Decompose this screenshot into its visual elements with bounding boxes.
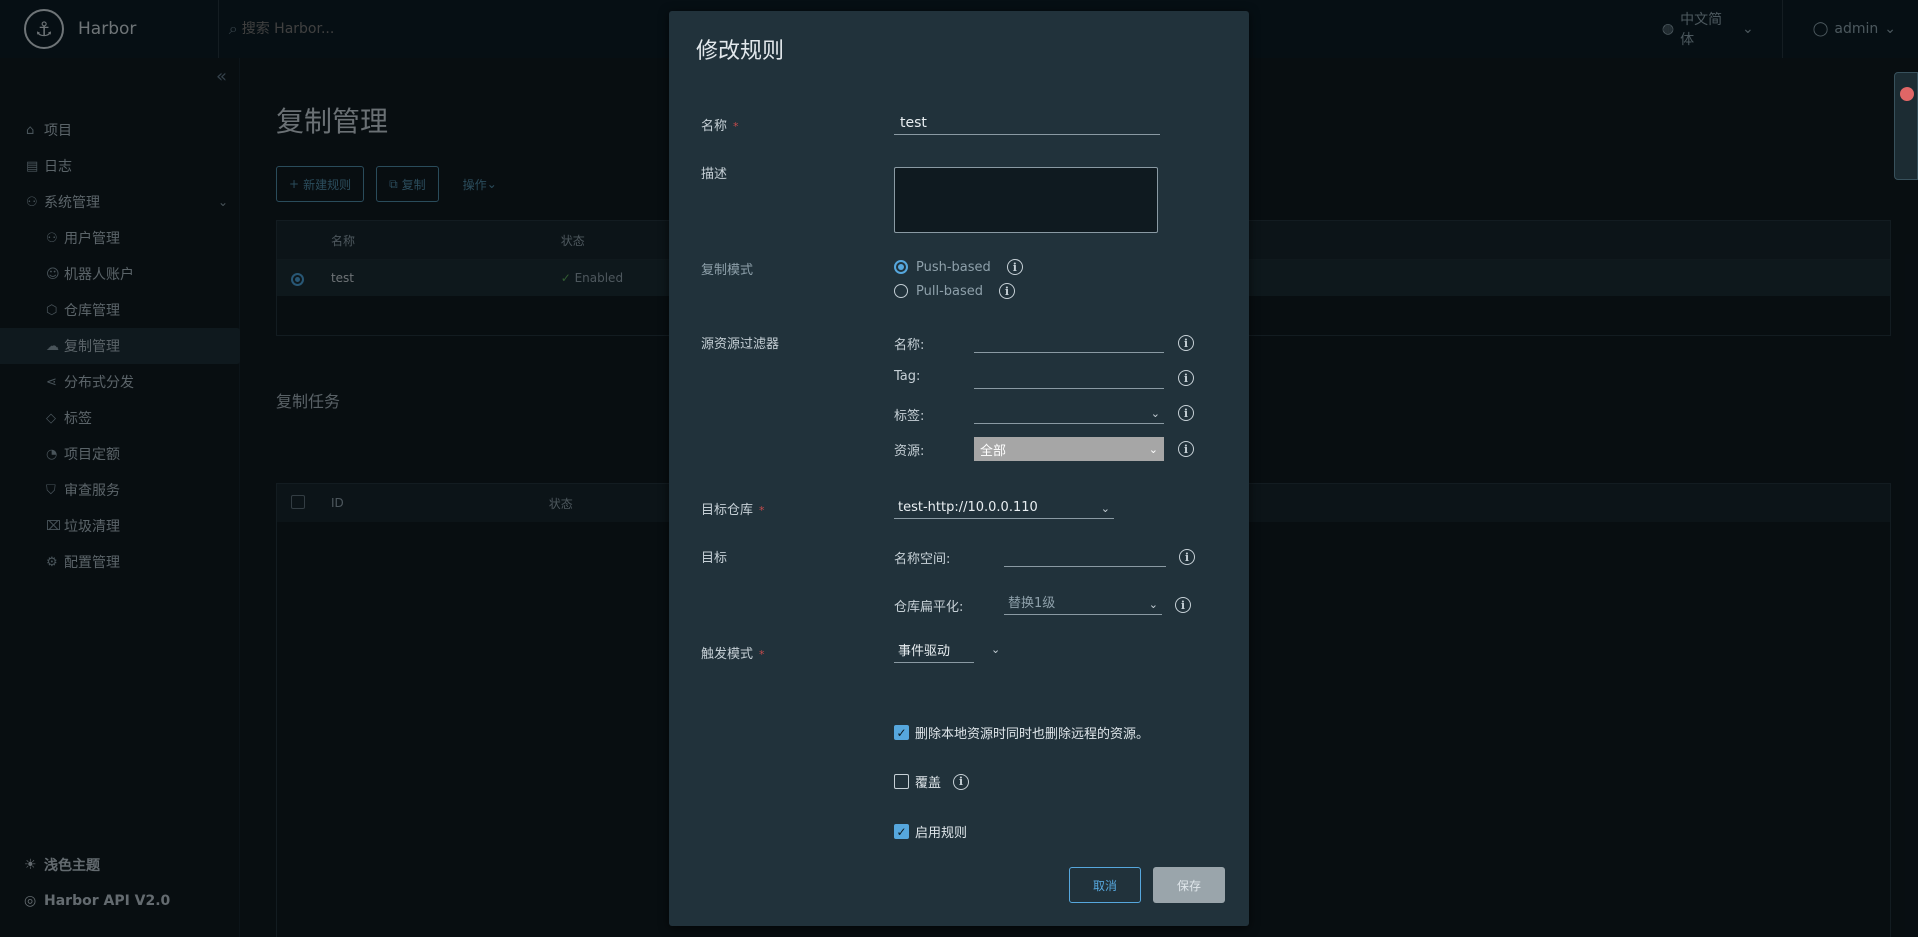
description-label: 描述	[701, 167, 728, 182]
checkbox-empty-icon	[894, 774, 909, 789]
info-icon[interactable]: i	[1179, 549, 1195, 565]
description-textarea[interactable]	[894, 167, 1158, 233]
flatten-value: 替换1级	[1008, 596, 1056, 611]
name-label-text: 名称	[701, 119, 728, 134]
chevron-down-icon: ⌄	[1150, 407, 1160, 420]
checkbox-checked-icon: ✓	[894, 824, 909, 839]
target-registry-select[interactable]: test-http://10.0.0.110 ⌄	[894, 495, 1114, 519]
save-button[interactable]: 保存	[1153, 867, 1225, 903]
filter-tag-input[interactable]	[974, 365, 1164, 389]
filter-label-label: 标签:	[894, 409, 925, 424]
enable-rule-checkbox[interactable]: ✓ 启用规则	[894, 822, 967, 841]
info-icon[interactable]: i	[1178, 335, 1194, 351]
dialog-title: 修改规则	[696, 39, 785, 64]
info-icon[interactable]: i	[999, 283, 1016, 299]
info-icon[interactable]: i	[1175, 597, 1191, 613]
trigger-mode-text: 触发模式	[701, 647, 754, 662]
target-registry-value: test-http://10.0.0.110	[898, 500, 1038, 515]
filter-resource-label: 资源:	[894, 444, 925, 459]
info-icon[interactable]: i	[1178, 441, 1194, 457]
delete-remote-checkbox[interactable]: ✓ 删除本地资源时同时也删除远程的资源。	[894, 723, 1149, 742]
name-label: 名称 *	[701, 115, 739, 134]
required-marker: *	[733, 120, 739, 133]
trigger-mode-select[interactable]: 事件驱动	[894, 639, 974, 663]
chevron-down-icon: ⌄	[1148, 442, 1158, 456]
flatten-select[interactable]: 替换1级 ⌄	[1004, 591, 1162, 615]
push-based-radio[interactable]: Push-based i	[894, 259, 1023, 275]
radio-selected-icon	[894, 260, 908, 274]
help-side-tab[interactable]	[1894, 72, 1918, 180]
radio-empty-icon	[894, 284, 908, 298]
target-label: 目标	[701, 551, 728, 566]
info-icon[interactable]: i	[953, 773, 970, 790]
enable-rule-label: 启用规则	[915, 826, 968, 841]
chevron-down-icon: ⌄	[1148, 598, 1158, 611]
override-checkbox[interactable]: 覆盖 i	[894, 772, 970, 791]
checkbox-checked-icon: ✓	[894, 725, 909, 740]
override-label: 覆盖	[915, 776, 942, 791]
push-based-label: Push-based	[916, 259, 991, 275]
filter-tag-label: Tag:	[894, 369, 921, 384]
filter-resource-select[interactable]: 全部 ⌄	[974, 437, 1164, 461]
notification-dot-icon	[1900, 87, 1914, 101]
info-icon[interactable]: i	[1178, 370, 1194, 386]
required-marker: *	[759, 648, 765, 661]
name-input[interactable]: test	[894, 111, 1160, 135]
source-filter-label: 源资源过滤器	[701, 337, 780, 352]
replication-mode-label: 复制模式	[701, 263, 754, 278]
filter-name-input[interactable]	[974, 329, 1164, 353]
filter-label-select[interactable]: ⌄	[974, 400, 1164, 424]
filter-name-label: 名称:	[894, 338, 925, 353]
cancel-button[interactable]: 取消	[1069, 867, 1141, 903]
chevron-down-icon[interactable]: ⌄	[991, 643, 1000, 656]
target-registry-label: 目标仓库 *	[701, 499, 765, 518]
pull-based-label: Pull-based	[916, 283, 984, 299]
resource-value: 全部	[980, 443, 1007, 459]
namespace-input[interactable]	[1004, 543, 1166, 567]
namespace-label: 名称空间:	[894, 552, 951, 567]
flatten-label: 仓库扁平化:	[894, 600, 964, 615]
edit-rule-dialog: 修改规则 名称 * test 描述 复制模式 Push-based i Pull-b…	[669, 11, 1249, 926]
info-icon[interactable]: i	[1178, 405, 1194, 421]
trigger-mode-value: 事件驱动	[898, 644, 951, 659]
target-registry-text: 目标仓库	[701, 503, 754, 518]
info-icon[interactable]: i	[1006, 259, 1023, 275]
required-marker: *	[759, 504, 765, 517]
chevron-down-icon: ⌄	[1100, 502, 1110, 515]
trigger-mode-label: 触发模式 *	[701, 643, 765, 662]
delete-remote-label: 删除本地资源时同时也删除远程的资源。	[915, 727, 1150, 742]
pull-based-radio[interactable]: Pull-based i	[894, 283, 1016, 299]
